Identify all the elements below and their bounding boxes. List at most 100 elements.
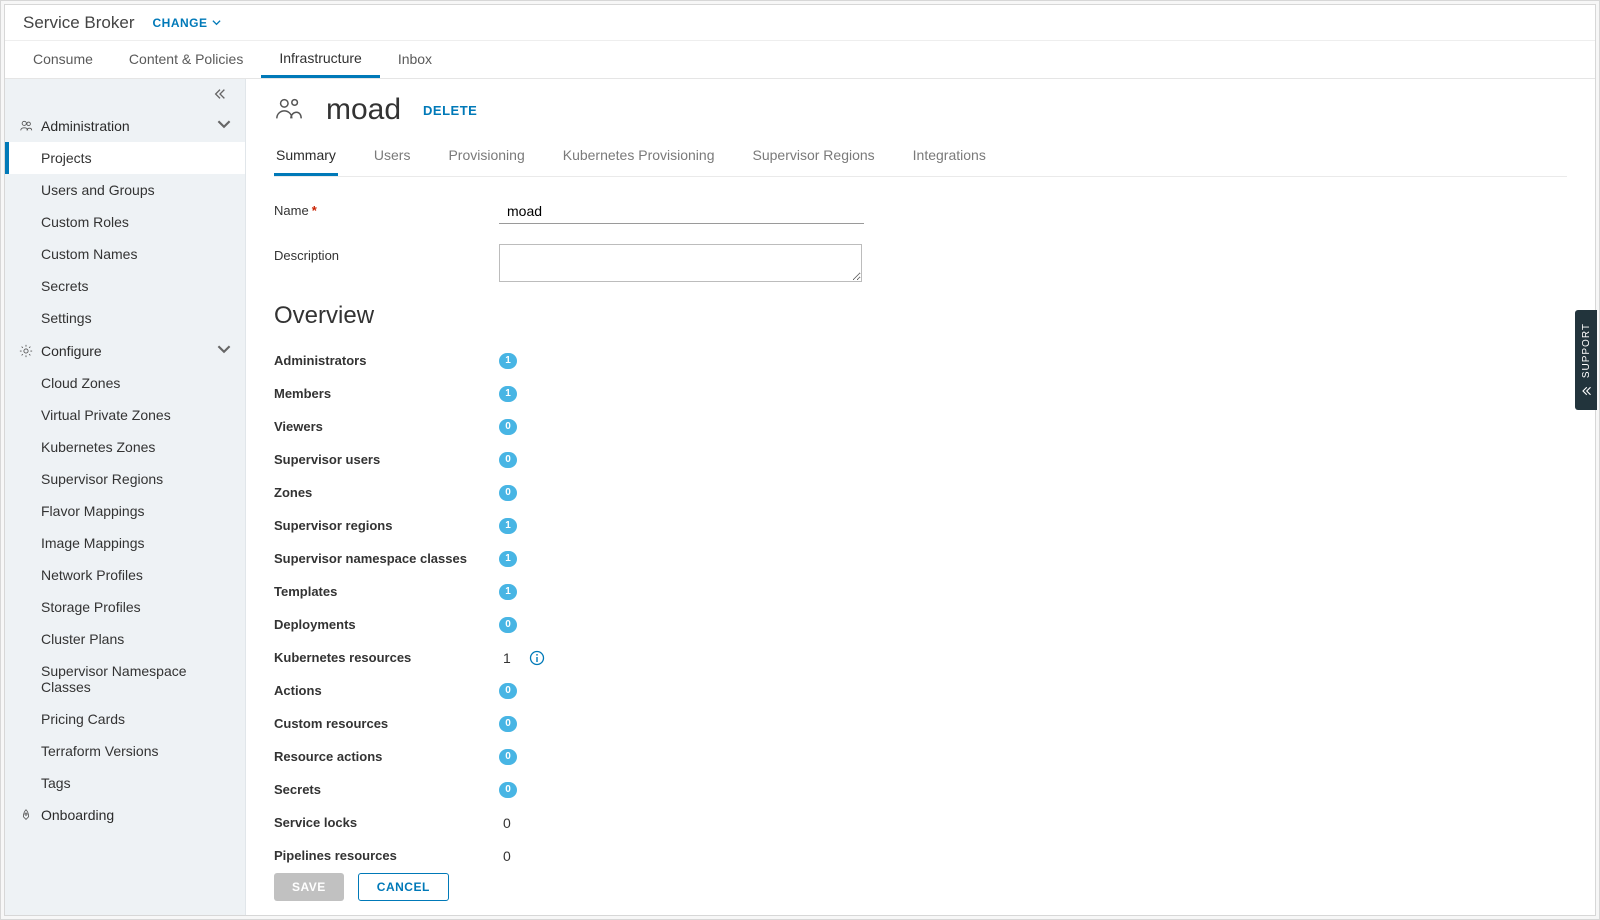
gear-icon	[19, 344, 33, 358]
change-app-link[interactable]: CHANGE	[152, 16, 220, 30]
info-icon[interactable]	[529, 650, 545, 666]
count-badge: 1	[499, 386, 517, 402]
subtab-users[interactable]: Users	[372, 141, 413, 176]
tab-consume[interactable]: Consume	[15, 40, 111, 78]
name-input[interactable]	[499, 199, 864, 224]
overview-row: Zones0	[274, 476, 1527, 509]
sidebar-item-network-profiles[interactable]: Network Profiles	[5, 559, 245, 591]
chevron-down-icon	[217, 117, 231, 131]
sidebar-item-image-mappings[interactable]: Image Mappings	[5, 527, 245, 559]
subtab-integrations[interactable]: Integrations	[911, 141, 988, 176]
change-label: CHANGE	[152, 16, 207, 30]
sidebar-collapse-button[interactable]	[5, 79, 245, 109]
sidebar-item-storage-profiles[interactable]: Storage Profiles	[5, 591, 245, 623]
users-icon	[19, 119, 33, 133]
sidebar-item-virtual-private-zones[interactable]: Virtual Private Zones	[5, 399, 245, 431]
overview-label: Service locks	[274, 815, 499, 830]
count-badge: 0	[499, 485, 517, 501]
overview-label: Supervisor regions	[274, 518, 499, 533]
subtab-provisioning[interactable]: Provisioning	[446, 141, 526, 176]
page-title: moad	[326, 93, 401, 127]
overview-label: Supervisor users	[274, 452, 499, 467]
tab-content-policies[interactable]: Content & Policies	[111, 40, 261, 78]
subtab-supervisor-regions[interactable]: Supervisor Regions	[751, 141, 877, 176]
chevron-down-icon	[212, 18, 221, 27]
description-label: Description	[274, 244, 499, 263]
overview-row: Administrators1	[274, 344, 1527, 377]
overview-label: Actions	[274, 683, 499, 698]
support-tab[interactable]: SUPPORT	[1575, 310, 1597, 410]
subtab-summary[interactable]: Summary	[274, 141, 338, 176]
count-badge: 0	[499, 419, 517, 435]
sidebar-item-custom-names[interactable]: Custom Names	[5, 238, 245, 270]
overview-label: Members	[274, 386, 499, 401]
subtab-kubernetes-provisioning[interactable]: Kubernetes Provisioning	[561, 141, 717, 176]
sidebar-section-onboarding[interactable]: Onboarding	[5, 799, 245, 831]
sidebar-section-label: Administration	[41, 118, 130, 134]
count-badge: 0	[499, 749, 517, 765]
sidebar-item-settings[interactable]: Settings	[5, 302, 245, 334]
overview-label: Kubernetes resources	[274, 650, 499, 665]
overview-label: Deployments	[274, 617, 499, 632]
overview-label: Custom resources	[274, 716, 499, 731]
save-button[interactable]: SAVE	[274, 873, 344, 901]
sidebar-section-administration[interactable]: Administration	[5, 109, 245, 142]
chevron-double-left-icon	[1580, 385, 1592, 397]
sidebar-section-configure[interactable]: Configure	[5, 334, 245, 367]
sidebar-item-cloud-zones[interactable]: Cloud Zones	[5, 367, 245, 399]
overview-label: Secrets	[274, 782, 499, 797]
count-badge: 1	[499, 353, 517, 369]
overview-label: Supervisor namespace classes	[274, 551, 499, 566]
overview-label: Pipelines resources	[274, 848, 499, 863]
delete-button[interactable]: DELETE	[423, 103, 477, 118]
overview-row: Pipelines resources0	[274, 839, 1527, 863]
overview-row: Resource actions0	[274, 740, 1527, 773]
tab-infrastructure[interactable]: Infrastructure	[261, 40, 379, 78]
cancel-button[interactable]: CANCEL	[358, 873, 449, 901]
chevron-double-left-icon	[213, 87, 227, 101]
sidebar-item-users-groups[interactable]: Users and Groups	[5, 174, 245, 206]
support-label: SUPPORT	[1581, 323, 1592, 378]
top-tabs: Consume Content & Policies Infrastructur…	[5, 41, 1595, 79]
sidebar-item-terraform-versions[interactable]: Terraform Versions	[5, 735, 245, 767]
sidebar-item-secrets[interactable]: Secrets	[5, 270, 245, 302]
overview-row: Supervisor regions1	[274, 509, 1527, 542]
main-content: moad DELETE Summary Users Provisioning K…	[246, 79, 1595, 915]
overview-label: Templates	[274, 584, 499, 599]
tab-inbox[interactable]: Inbox	[380, 40, 450, 78]
description-input[interactable]	[499, 244, 862, 282]
overview-row: Templates1	[274, 575, 1527, 608]
count-badge: 0	[499, 782, 517, 798]
overview-title: Overview	[274, 302, 1527, 330]
overview-row: Supervisor users0	[274, 443, 1527, 476]
name-label: Name*	[274, 199, 499, 218]
sidebar-item-supervisor-regions[interactable]: Supervisor Regions	[5, 463, 245, 495]
sidebar-section-label: Configure	[41, 343, 102, 359]
app-title: Service Broker	[23, 13, 134, 33]
sidebar-item-kubernetes-zones[interactable]: Kubernetes Zones	[5, 431, 245, 463]
sidebar-item-cluster-plans[interactable]: Cluster Plans	[5, 623, 245, 655]
overview-row: Custom resources0	[274, 707, 1527, 740]
count-badge: 0	[499, 683, 517, 699]
overview-row: Service locks0	[274, 806, 1527, 839]
overview-row: Supervisor namespace classes1	[274, 542, 1527, 575]
overview-label: Administrators	[274, 353, 499, 368]
overview-row: Viewers0	[274, 410, 1527, 443]
overview-row: Actions0	[274, 674, 1527, 707]
project-icon	[274, 94, 304, 127]
sidebar-item-supervisor-namespace-classes[interactable]: Supervisor Namespace Classes	[5, 655, 245, 703]
overview-row: Secrets0	[274, 773, 1527, 806]
sidebar-item-projects[interactable]: Projects	[5, 142, 245, 174]
count-badge: 0	[499, 452, 517, 468]
sidebar-item-tags[interactable]: Tags	[5, 767, 245, 799]
sidebar-item-pricing-cards[interactable]: Pricing Cards	[5, 703, 245, 735]
sidebar-item-custom-roles[interactable]: Custom Roles	[5, 206, 245, 238]
chevron-down-icon	[217, 342, 231, 356]
sidebar: Administration Projects Users and Groups…	[5, 79, 246, 915]
rocket-icon	[19, 808, 33, 822]
overview-label: Viewers	[274, 419, 499, 434]
overview-row: Members1	[274, 377, 1527, 410]
sidebar-item-flavor-mappings[interactable]: Flavor Mappings	[5, 495, 245, 527]
overview-label: Resource actions	[274, 749, 499, 764]
count-value: 0	[499, 848, 515, 864]
